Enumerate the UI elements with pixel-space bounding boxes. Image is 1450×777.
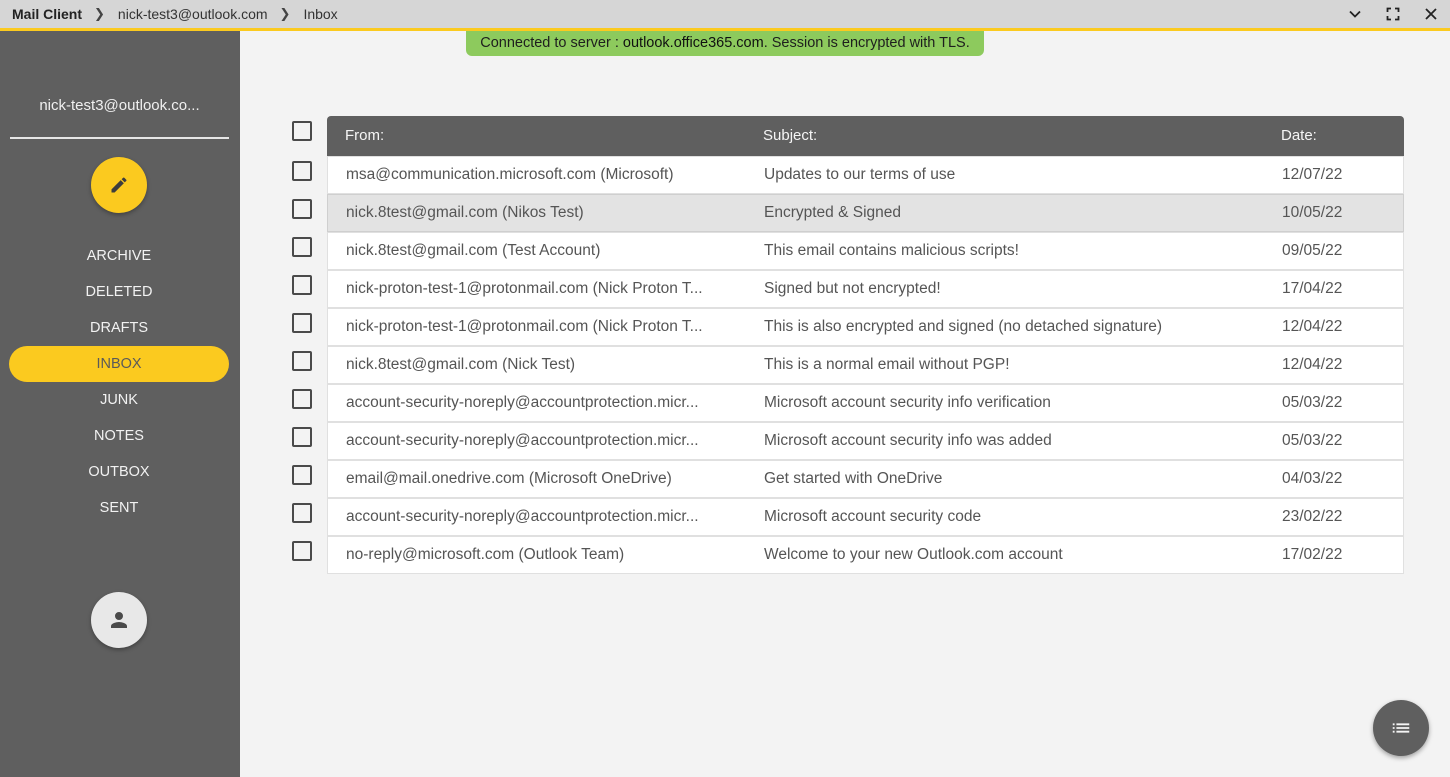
table-row[interactable]: email@mail.onedrive.com (Microsoft OneDr… [327,460,1404,498]
row-date: 17/04/22 [1282,280,1343,297]
profile-button[interactable] [91,592,147,648]
row-from: email@mail.onedrive.com (Microsoft OneDr… [346,470,672,487]
table-row[interactable]: no-reply@microsoft.com (Outlook Team) We… [327,536,1404,574]
row-checkbox[interactable] [292,351,312,371]
breadcrumb: Mail Client ❯ nick-test3@outlook.com ❯ I… [0,6,338,22]
row-date: 12/04/22 [1282,318,1343,335]
list-icon [1392,723,1410,733]
row-checkbox[interactable] [292,389,312,409]
row-from: nick.8test@gmail.com (Nick Test) [346,356,576,373]
row-subject: Encrypted & Signed [764,204,902,221]
app-title: Mail Client [12,6,83,22]
sidebar-item-drafts[interactable]: DRAFTS [9,310,229,346]
table-header: From: Subject: Date: [327,116,1404,156]
row-from: nick-proton-test-1@protonmail.com (Nick … [346,318,703,335]
row-date: 12/07/22 [1282,166,1343,183]
row-date: 17/02/22 [1282,546,1343,563]
person-icon [111,612,127,628]
row-subject: Microsoft account security code [764,508,982,525]
row-checkbox[interactable] [292,427,312,447]
window-controls [1336,0,1450,28]
row-from: no-reply@microsoft.com (Outlook Team) [346,546,625,563]
row-date: 09/05/22 [1282,242,1343,259]
table-row[interactable]: account-security-noreply@accountprotecti… [327,384,1404,422]
chevron-down-icon [1349,10,1361,18]
table-row[interactable]: nick.8test@gmail.com (Nikos Test) Encryp… [327,194,1404,232]
chevron-right-icon: ❯ [279,6,291,21]
row-checkbox[interactable] [292,237,312,257]
row-date: 10/05/22 [1282,204,1343,221]
column-header-subject[interactable]: Subject: [763,116,1283,156]
row-checkbox[interactable] [292,199,312,219]
row-subject: Welcome to your new Outlook.com account [764,546,1063,563]
sidebar-item-inbox[interactable]: INBOX [9,346,229,382]
row-from: account-security-noreply@accountprotecti… [346,432,699,449]
row-from: account-security-noreply@accountprotecti… [346,508,699,525]
row-from: nick.8test@gmail.com (Test Account) [346,242,601,259]
connection-status-banner: Connected to server : outlook.office365.… [466,31,984,56]
title-bar: Mail Client ❯ nick-test3@outlook.com ❯ I… [0,0,1450,31]
close-icon [1425,8,1437,20]
maximize-button[interactable] [1374,0,1412,28]
sidebar: nick-test3@outlook.co... ARCHIVE DELETED… [0,31,240,777]
chevron-right-icon: ❯ [94,6,105,21]
row-date: 12/04/22 [1282,356,1343,373]
sidebar-item-notes[interactable]: NOTES [9,418,229,454]
select-all-checkbox[interactable] [292,121,312,141]
table-row[interactable]: account-security-noreply@accountprotecti… [327,498,1404,536]
table-row[interactable]: account-security-noreply@accountprotecti… [327,422,1404,460]
table-row[interactable]: nick-proton-test-1@protonmail.com (Nick … [327,270,1404,308]
table-row[interactable]: msa@communication.microsoft.com (Microso… [327,156,1404,194]
row-subject: Microsoft account security info verifica… [764,394,1051,411]
column-header-date[interactable]: Date: [1281,116,1317,156]
row-subject: This email contains malicious scripts! [764,242,1019,259]
row-subject: Get started with OneDrive [764,470,943,487]
row-subject: This is a normal email without PGP! [764,356,1010,373]
row-date: 04/03/22 [1282,470,1343,487]
row-subject: Microsoft account security info was adde… [764,432,1052,449]
fullscreen-icon [1386,7,1400,21]
sidebar-item-junk[interactable]: JUNK [9,382,229,418]
sidebar-item-deleted[interactable]: DELETED [9,274,229,310]
close-button[interactable] [1412,0,1450,28]
sidebar-item-archive[interactable]: ARCHIVE [9,238,229,274]
status-server: outlook.office365.com [622,35,764,51]
row-checkbox[interactable] [292,465,312,485]
row-subject: Updates to our terms of use [764,166,956,183]
row-date: 23/02/22 [1282,508,1343,525]
row-checkbox[interactable] [292,313,312,333]
table-row[interactable]: nick-proton-test-1@protonmail.com (Nick … [327,308,1404,346]
table-row[interactable]: nick.8test@gmail.com (Test Account) This… [327,232,1404,270]
row-checkbox[interactable] [292,161,312,181]
list-view-button[interactable] [1373,700,1429,756]
status-suffix: . Session is encrypted with TLS. [763,35,970,51]
account-name[interactable]: nick-test3@outlook.co... [10,83,229,139]
row-from: msa@communication.microsoft.com (Microso… [346,166,674,183]
table-row[interactable]: nick.8test@gmail.com (Nick Test) This is… [327,346,1404,384]
breadcrumb-folder[interactable]: Inbox [303,6,337,22]
status-prefix: Connected to server : [480,35,623,51]
column-header-from[interactable]: From: [345,116,715,156]
minimize-button[interactable] [1336,0,1374,28]
row-from: nick.8test@gmail.com (Nikos Test) [346,204,584,221]
row-checkbox[interactable] [292,503,312,523]
compose-button[interactable] [91,157,147,213]
row-checkbox[interactable] [292,275,312,295]
row-subject: Signed but not encrypted! [764,280,941,297]
row-subject: This is also encrypted and signed (no de… [764,318,1163,335]
sidebar-item-outbox[interactable]: OUTBOX [9,454,229,490]
breadcrumb-account[interactable]: nick-test3@outlook.com [118,6,268,22]
row-from: account-security-noreply@accountprotecti… [346,394,699,411]
folder-list: ARCHIVE DELETED DRAFTS INBOX JUNK NOTES … [9,238,229,526]
sidebar-item-sent[interactable]: SENT [9,490,229,526]
row-from: nick-proton-test-1@protonmail.com (Nick … [346,280,703,297]
row-date: 05/03/22 [1282,432,1343,449]
row-checkbox[interactable] [292,541,312,561]
row-date: 05/03/22 [1282,394,1343,411]
pencil-icon [111,177,127,193]
